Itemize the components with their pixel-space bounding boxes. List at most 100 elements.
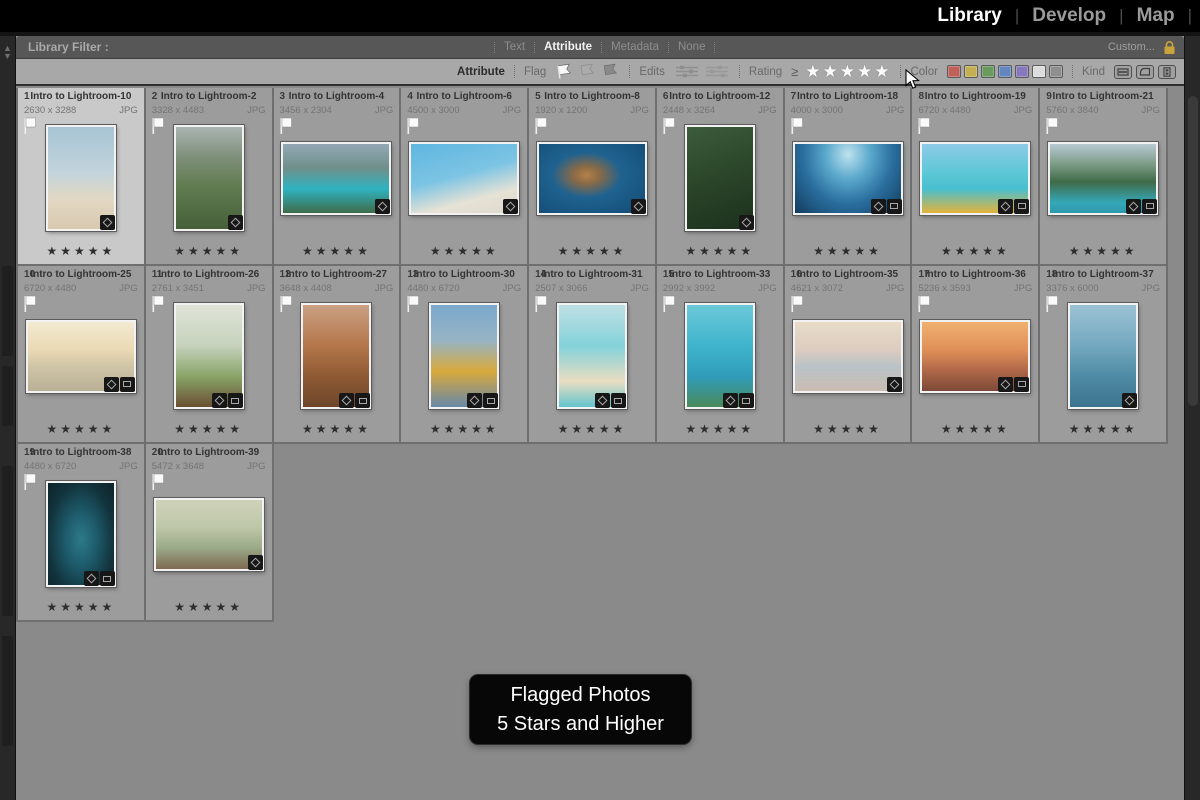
thumbnail[interactable] — [26, 320, 136, 393]
thumbnail[interactable] — [793, 320, 903, 393]
edit-badge-icon[interactable] — [739, 215, 754, 230]
thumbnail[interactable] — [174, 125, 244, 231]
crop-badge-icon[interactable] — [355, 393, 370, 408]
crop-badge-icon[interactable] — [120, 377, 135, 392]
thumbnail[interactable] — [46, 125, 116, 231]
star-rating[interactable]: ★★★★★ — [657, 244, 783, 258]
photo-cell[interactable]: 14 Intro to Lightroom-31 2507 x 3066 JPG… — [529, 266, 657, 444]
module-map[interactable]: Map — [1137, 5, 1175, 27]
photo-cell[interactable]: 4 Intro to Lightroom-6 4500 x 3000 JPG ★… — [401, 88, 529, 266]
photo-cell[interactable]: 13 Intro to Lightroom-30 4480 x 6720 JPG… — [401, 266, 529, 444]
photo-cell[interactable]: 12 Intro to Lightroom-27 3648 x 4408 JPG… — [274, 266, 402, 444]
star-rating[interactable]: ★★★★★ — [785, 422, 911, 436]
edit-badge-icon[interactable] — [100, 215, 115, 230]
crop-badge-icon[interactable] — [100, 571, 115, 586]
star-rating[interactable]: ★★★★★ — [912, 244, 1038, 258]
edit-badge-icon[interactable] — [595, 393, 610, 408]
photo-cell[interactable]: 9 Intro to Lightroom-21 5760 x 3840 JPG … — [1040, 88, 1168, 266]
star-rating[interactable]: ★★★★★ — [1040, 244, 1166, 258]
color-swatch-1[interactable] — [947, 65, 961, 78]
crop-badge-icon[interactable] — [887, 199, 902, 214]
photo-cell[interactable]: 8 Intro to Lightroom-19 6720 x 4480 JPG … — [912, 88, 1040, 266]
kind-master-photo-icon[interactable] — [1114, 65, 1132, 79]
lock-icon[interactable] — [1163, 40, 1176, 55]
photo-cell[interactable]: 19 Intro to Lightroom-38 4480 x 6720 JPG… — [18, 444, 146, 622]
color-swatch-3[interactable] — [981, 65, 995, 78]
edit-badge-icon[interactable] — [723, 393, 738, 408]
thumbnail[interactable] — [920, 142, 1030, 215]
star-rating[interactable]: ★★★★★ — [785, 244, 911, 258]
crop-badge-icon[interactable] — [611, 393, 626, 408]
star-rating[interactable]: ★★★★★ — [529, 422, 655, 436]
edit-badge-icon[interactable] — [503, 199, 518, 214]
thumbnail[interactable] — [537, 142, 647, 215]
star-rating[interactable]: ★★★★★ — [18, 600, 144, 614]
thumbnail[interactable] — [409, 142, 519, 215]
edit-badge-icon[interactable] — [887, 377, 902, 392]
thumbnail[interactable] — [429, 303, 499, 409]
scrollbar[interactable] — [1188, 96, 1198, 406]
star-rating[interactable]: ★★★★★ — [274, 422, 400, 436]
thumbnail[interactable] — [685, 125, 755, 231]
thumbnail[interactable] — [46, 481, 116, 587]
star-rating[interactable]: ★★★★★ — [146, 244, 272, 258]
flag-picked-icon[interactable] — [555, 63, 574, 80]
thumbnail[interactable] — [1048, 142, 1158, 215]
photo-cell[interactable]: 11 Intro to Lightroom-26 2761 x 3451 JPG… — [146, 266, 274, 444]
edit-badge-icon[interactable] — [871, 199, 886, 214]
edit-badge-icon[interactable] — [1122, 393, 1137, 408]
crop-badge-icon[interactable] — [739, 393, 754, 408]
star-rating[interactable]: ★★★★★ — [146, 600, 272, 614]
color-swatch-4[interactable] — [998, 65, 1012, 78]
module-develop[interactable]: Develop — [1032, 5, 1106, 27]
star-rating[interactable]: ★★★★★ — [529, 244, 655, 258]
edit-badge-icon[interactable] — [631, 199, 646, 214]
color-swatch-7[interactable] — [1049, 65, 1063, 78]
star-rating[interactable]: ★★★★★ — [274, 244, 400, 258]
star-rating[interactable]: ★★★★★ — [146, 422, 272, 436]
photo-cell[interactable]: 7 Intro to Lightroom-18 4000 x 3000 JPG … — [785, 88, 913, 266]
thumbnail[interactable] — [281, 142, 391, 215]
crop-badge-icon[interactable] — [228, 393, 243, 408]
flag-rejected-icon[interactable] — [601, 63, 620, 80]
photo-cell[interactable]: 20 Intro to Lightroom-39 5472 x 3648 JPG… — [146, 444, 274, 622]
photo-cell[interactable]: 17 Intro to Lightroom-36 5236 x 3593 JPG… — [912, 266, 1040, 444]
thumbnail[interactable] — [685, 303, 755, 409]
filter-tab-metadata[interactable]: Metadata — [611, 41, 659, 53]
photo-cell[interactable]: 6 Intro to Lightroom-12 2448 x 3264 JPG … — [657, 88, 785, 266]
photo-cell[interactable]: 18 Intro to Lightroom-37 3376 x 6000 JPG… — [1040, 266, 1168, 444]
photo-cell[interactable]: 15 Intro to Lightroom-33 2992 x 3992 JPG… — [657, 266, 785, 444]
left-panel-collapsed[interactable]: ▲▼ — [0, 36, 16, 800]
thumbnail[interactable] — [557, 303, 627, 409]
color-swatch-5[interactable] — [1015, 65, 1029, 78]
module-library[interactable]: Library — [937, 5, 1001, 27]
color-swatch-2[interactable] — [964, 65, 978, 78]
unedited-filter-icon[interactable] — [704, 64, 730, 79]
crop-badge-icon[interactable] — [1014, 377, 1029, 392]
edit-badge-icon[interactable] — [104, 377, 119, 392]
thumbnail[interactable] — [793, 142, 903, 215]
star-rating[interactable]: ★★★★★ — [18, 422, 144, 436]
thumbnail[interactable] — [1068, 303, 1138, 409]
rating-operator[interactable]: ≥ — [791, 64, 798, 79]
kind-virtual-copy-icon[interactable] — [1136, 65, 1154, 79]
filter-tab-text[interactable]: Text — [504, 41, 525, 53]
star-rating[interactable]: ★★★★★ — [657, 422, 783, 436]
color-swatch-6[interactable] — [1032, 65, 1046, 78]
photo-cell[interactable]: 10 Intro to Lightroom-25 6720 x 4480 JPG… — [18, 266, 146, 444]
thumbnail[interactable] — [920, 320, 1030, 393]
edit-badge-icon[interactable] — [375, 199, 390, 214]
filter-tab-attribute[interactable]: Attribute — [544, 41, 592, 53]
photo-cell[interactable]: 1 Intro to Lightroom-10 2630 x 3288 JPG … — [18, 88, 146, 266]
edit-badge-icon[interactable] — [467, 393, 482, 408]
edit-badge-icon[interactable] — [212, 393, 227, 408]
edit-badge-icon[interactable] — [228, 215, 243, 230]
kind-video-icon[interactable] — [1158, 65, 1176, 79]
thumbnail[interactable] — [301, 303, 371, 409]
edit-badge-icon[interactable] — [998, 377, 1013, 392]
rating-stars[interactable]: ★★★★★ — [805, 62, 891, 82]
crop-badge-icon[interactable] — [1014, 199, 1029, 214]
thumbnail[interactable] — [154, 498, 264, 571]
crop-badge-icon[interactable] — [483, 393, 498, 408]
photo-cell[interactable]: 5 Intro to Lightroom-8 1920 x 1200 JPG ★… — [529, 88, 657, 266]
